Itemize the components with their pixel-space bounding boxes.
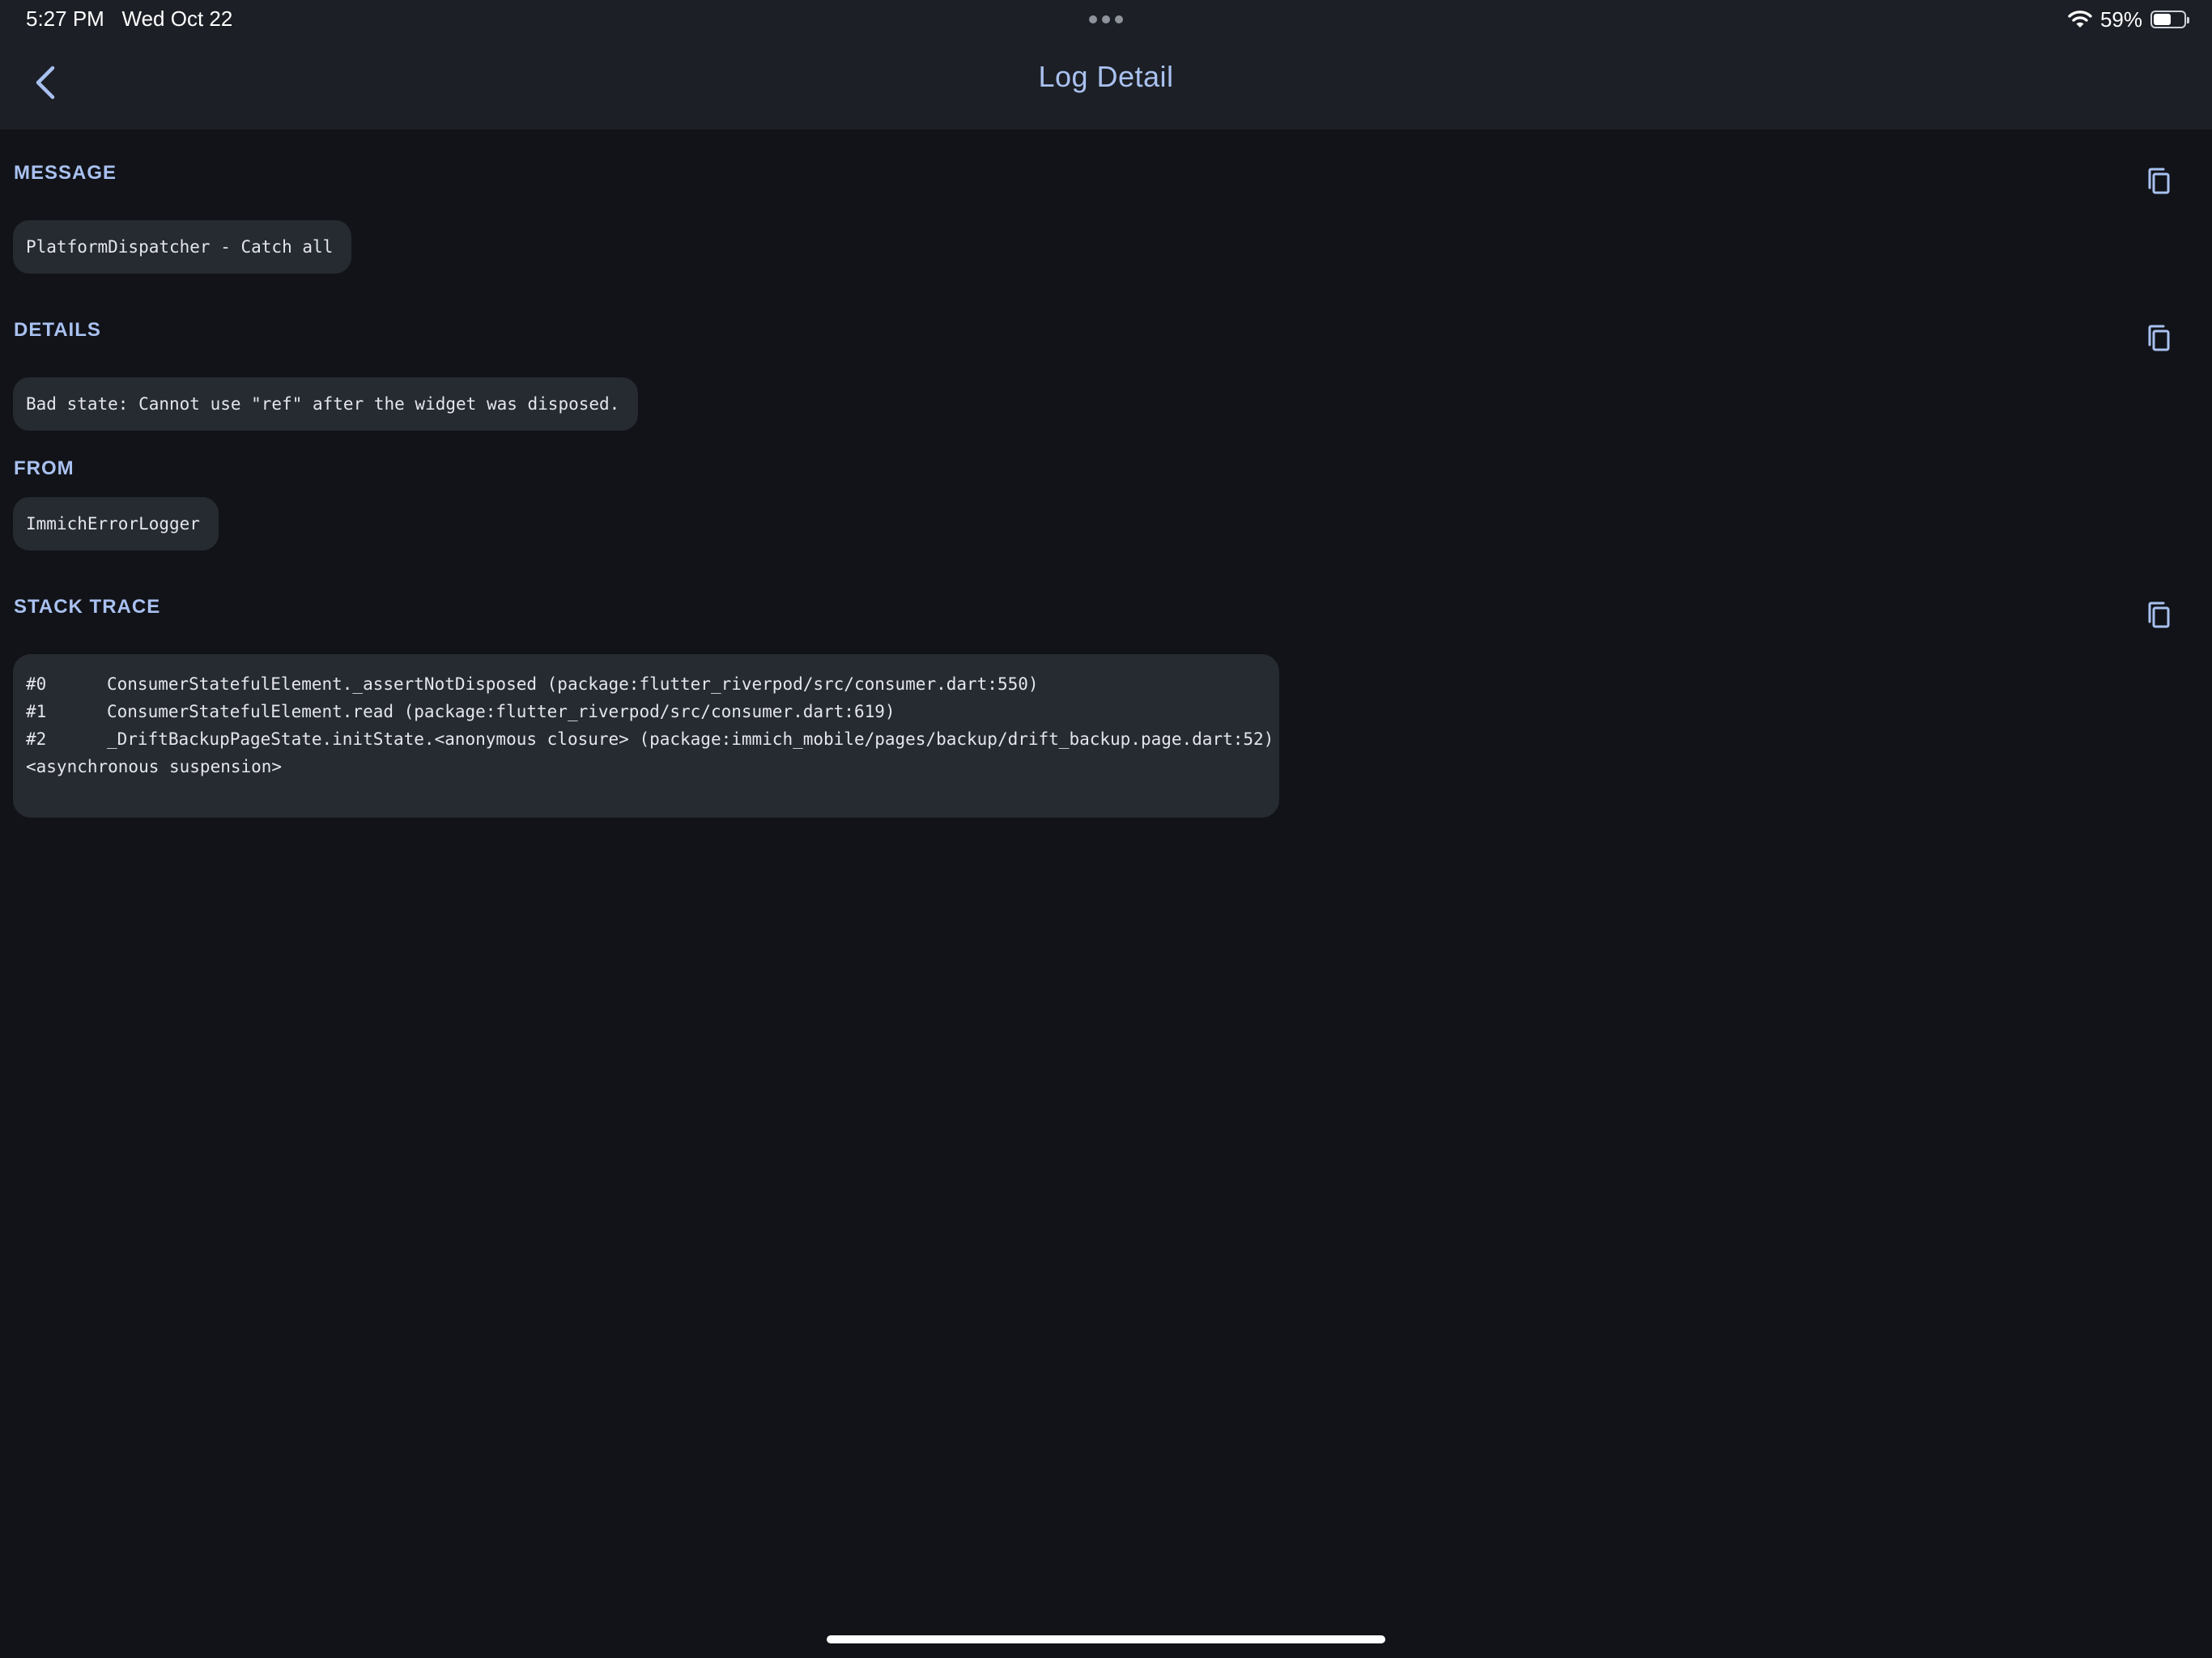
copy-stack-trace-button[interactable] xyxy=(2142,599,2175,631)
home-indicator[interactable] xyxy=(827,1635,1385,1643)
stack-trace-box: #0 ConsumerStatefulElement._assertNotDisp… xyxy=(13,654,1279,818)
async-suspension: <asynchronous suspension> xyxy=(26,757,283,776)
from-label: FROM xyxy=(14,457,74,479)
frame-number: #1 xyxy=(26,702,47,721)
stack-trace-label: STACK TRACE xyxy=(14,596,161,618)
copy-message-button[interactable] xyxy=(2142,165,2175,198)
stack-frame: #2 _DriftBackupPageState.initState.<anony… xyxy=(26,725,1274,753)
copy-icon xyxy=(2148,325,2170,351)
frame-text: _DriftBackupPageState.initState.<anonymo… xyxy=(107,729,1274,749)
multitasking-dots-icon[interactable] xyxy=(1088,15,1124,24)
status-time: 5:27 PM Wed Oct 22 xyxy=(26,6,232,32)
battery-icon xyxy=(2150,11,2189,28)
copy-icon xyxy=(2148,602,2170,628)
page-title: Log Detail xyxy=(1038,60,1174,93)
status-clock: 5:27 PM xyxy=(26,6,104,31)
battery-fill xyxy=(2154,14,2172,25)
message-label: MESSAGE xyxy=(14,162,117,184)
wifi-icon xyxy=(2068,11,2092,28)
stack-frame: #0 ConsumerStatefulElement._assertNotDisp… xyxy=(26,670,1266,698)
message-value: PlatformDispatcher - Catch all xyxy=(13,220,352,274)
status-right: 59% xyxy=(2068,6,2189,32)
copy-icon xyxy=(2148,168,2170,194)
frame-text: ConsumerStatefulElement._assertNotDispos… xyxy=(107,674,1039,694)
battery-percent: 59% xyxy=(2099,6,2142,32)
stack-frame: #1 ConsumerStatefulElement.read (package:… xyxy=(26,698,1266,725)
log-detail-screen: 5:27 PM Wed Oct 22 59% Log Detail MESSAG… xyxy=(0,0,2212,1658)
frame-number: #2 xyxy=(26,729,47,749)
details-label: DETAILS xyxy=(14,319,101,341)
frame-number: #0 xyxy=(26,674,47,694)
status-date: Wed Oct 22 xyxy=(121,6,233,31)
frame-text: ConsumerStatefulElement.read (package:fl… xyxy=(107,702,895,721)
from-value: ImmichErrorLogger xyxy=(13,497,219,551)
header: 5:27 PM Wed Oct 22 59% Log Detail xyxy=(0,0,2212,130)
details-value: Bad state: Cannot use "ref" after the wi… xyxy=(13,377,639,431)
copy-details-button[interactable] xyxy=(2142,322,2175,355)
